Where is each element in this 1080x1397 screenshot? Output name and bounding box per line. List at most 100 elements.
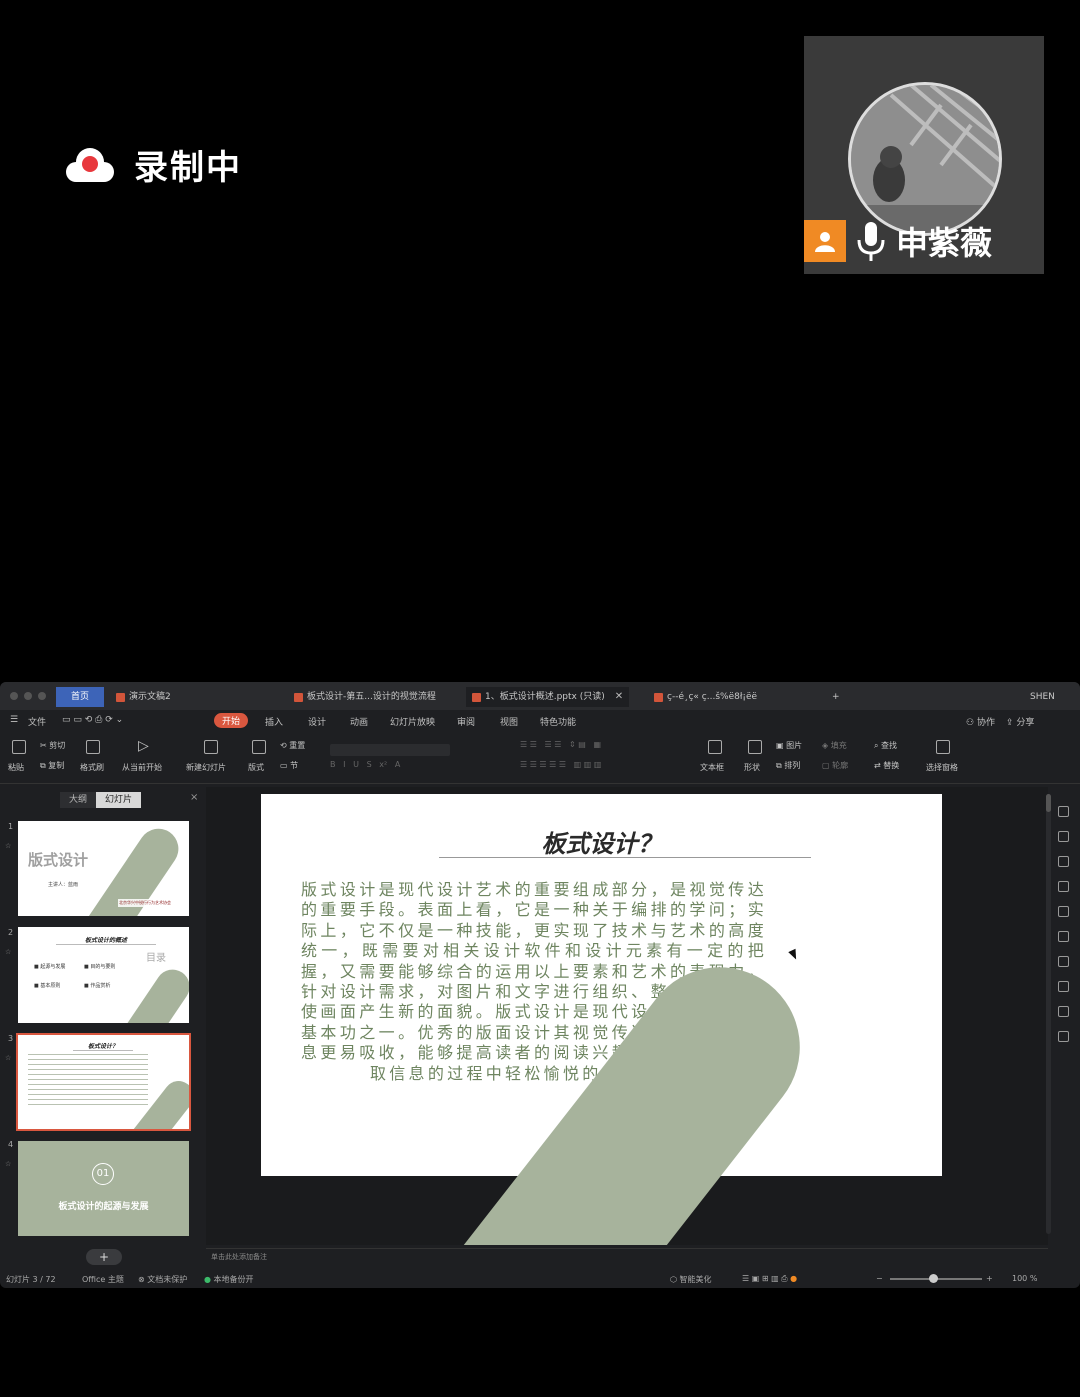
participant-tile[interactable]: 申紫薇 [804, 36, 1044, 274]
tool-icon[interactable] [1058, 956, 1069, 967]
slide-number: 2 [8, 928, 14, 937]
add-slide-button[interactable]: + [86, 1249, 122, 1265]
zoom-out-button[interactable]: − [876, 1274, 883, 1283]
slide-number: 3 [8, 1034, 14, 1043]
slide-title[interactable]: 板式设计？ [261, 824, 942, 859]
slide-thumb-2[interactable]: 板式设计的概述 目录 ■ 起源与发展 ■ 目的与要则 ■ 基本原则 ■ 作品赏析 [18, 927, 189, 1023]
thumb-toc: 目录 [146, 953, 166, 964]
align-tools[interactable]: ☰ ☰ ☰ ☰ ☰ ▥ ▥ ▥ [520, 760, 601, 769]
select-pane-icon[interactable] [936, 740, 950, 754]
thumb-title: 板式设计的概述 [56, 935, 156, 945]
tab-layout-design-5[interactable]: 板式设计-第五...设计的视觉流程 [288, 687, 442, 707]
beautify-button[interactable]: ⬡ 智能美化 [670, 1274, 712, 1285]
play-icon[interactable]: ▷ [138, 738, 149, 754]
menu-special[interactable]: 特色功能 [540, 715, 576, 728]
window-controls[interactable] [10, 692, 46, 700]
tool-icon[interactable] [1058, 906, 1069, 917]
microphone-icon [857, 222, 885, 261]
paste-button[interactable]: 粘贴 [8, 762, 24, 773]
shape-icon[interactable] [748, 740, 762, 754]
format-painter-button[interactable]: 格式刷 [80, 762, 104, 773]
tool-icon[interactable] [1058, 1031, 1069, 1042]
font-style-buttons[interactable]: B I U S x² A [330, 760, 400, 769]
tab-home[interactable]: 首页 [56, 687, 104, 707]
arrange-button[interactable]: ⧉ 排列 [776, 760, 800, 771]
menu-animation[interactable]: 动画 [350, 715, 368, 728]
slide-thumb-4[interactable]: 01 板式设计的起源与发展 [18, 1141, 189, 1236]
new-slide-button[interactable]: 新建幻灯片 [186, 762, 226, 773]
layout-button[interactable]: 版式 [248, 762, 264, 773]
close-icon[interactable]: ✕ [615, 687, 623, 707]
format-painter-icon[interactable] [86, 740, 100, 754]
notes-area[interactable]: 单击此处添加备注 [206, 1248, 1048, 1262]
recording-label: 录制中 [134, 148, 242, 188]
outline-button[interactable]: ▢ 轮廓 [822, 760, 848, 771]
zoom-handle[interactable] [929, 1274, 938, 1283]
tab-slides[interactable]: 幻灯片 [96, 792, 142, 808]
menu-design[interactable]: 设计 [308, 715, 326, 728]
slide-thumb-1[interactable]: 版式设计 主讲人：蓝雨 北京华兴中锐行行为艺术协会 [18, 821, 189, 916]
find-button[interactable]: ⌕ 查找 [874, 740, 897, 751]
quick-tools-icon[interactable]: ▭ ▭ ⟲ ⎙ ⟳ ⌄ [62, 715, 123, 725]
menu-bar: ☰ 文件 ▭ ▭ ⟲ ⎙ ⟳ ⌄ 开始 插入 设计 动画 幻灯片放映 审阅 视图… [0, 710, 1080, 732]
status-bar: 幻灯片 3 / 72 Office 主题 ⊗ 文档未保护 ● 本地备份开 ⬡ 智… [0, 1270, 1080, 1288]
tool-icon[interactable] [1058, 881, 1069, 892]
menu-icon[interactable]: ☰ [10, 715, 18, 725]
vertical-scrollbar[interactable] [1046, 794, 1051, 1234]
user-badge[interactable]: SHEN [1024, 687, 1061, 707]
tab-layout-overview[interactable]: 1、板式设计概述.pptx (只读) ✕ [466, 687, 630, 707]
file-icon [472, 692, 481, 702]
paragraph-tools[interactable]: ☰ ☰ ☰ ☰ ⇕ ▤ ▦ [520, 740, 601, 749]
person-icon [804, 220, 846, 262]
protect-status[interactable]: ⊗ 文档未保护 [138, 1274, 187, 1285]
share-button[interactable]: ⇪ 分享 [1006, 715, 1034, 728]
tool-icon[interactable] [1058, 981, 1069, 992]
textbox-button[interactable]: 文本框 [700, 762, 724, 773]
layout-icon[interactable] [252, 740, 266, 754]
tool-icon[interactable] [1058, 1006, 1069, 1017]
menu-review[interactable]: 审阅 [457, 715, 475, 728]
view-mode-icons[interactable]: ☰ ▣ ⊞ ▥ ⎙ ● [742, 1274, 797, 1284]
thumb-item: ■ 目的与要则 [84, 964, 116, 970]
textbox-icon[interactable] [708, 740, 722, 754]
paste-icon[interactable] [12, 740, 26, 754]
tool-icon[interactable] [1058, 931, 1069, 942]
replace-button[interactable]: ⇄ 替换 [874, 760, 899, 771]
tool-icon[interactable] [1058, 831, 1069, 842]
menu-file[interactable]: 文件 [28, 715, 46, 728]
tab-outline[interactable]: 大纲 [60, 792, 97, 808]
copy-button[interactable]: ⧉ 复制 [40, 760, 64, 771]
thumb-item: ■ 基本原则 [34, 983, 61, 989]
menu-view[interactable]: 视图 [500, 715, 518, 728]
slide-canvas[interactable]: 板式设计？ 版式设计是现代设计艺术的重要组成部分，是视觉传达的重要手段。表面上看… [206, 787, 1048, 1245]
font-name-select[interactable] [330, 744, 450, 756]
fill-button[interactable]: ◈ 填充 [822, 740, 847, 751]
panel-tabs: 大纲 幻灯片 [60, 792, 142, 808]
avatar [848, 82, 1002, 236]
shape-button[interactable]: 形状 [744, 762, 760, 773]
menu-home[interactable]: 开始 [214, 713, 249, 728]
select-pane-button[interactable]: 选择窗格 [926, 762, 958, 773]
backup-status[interactable]: ● 本地备份开 [204, 1274, 254, 1285]
tool-icon[interactable] [1058, 806, 1069, 817]
zoom-in-button[interactable]: + [986, 1274, 993, 1283]
tab-other-file[interactable]: ç--é¸ç« ç...š%ë8ł¡ëë [648, 687, 763, 707]
menu-insert[interactable]: 插入 [265, 715, 283, 728]
new-tab-button[interactable]: + [826, 687, 846, 707]
tool-icon[interactable] [1058, 856, 1069, 867]
play-from-current-button[interactable]: 从当前开始 [122, 762, 162, 773]
slide-thumb-3[interactable]: 板式设计？ [16, 1033, 191, 1131]
new-slide-icon[interactable] [204, 740, 218, 754]
slide-number: 4 [8, 1140, 14, 1149]
picture-button[interactable]: ▣ 图片 [776, 740, 802, 751]
cut-button[interactable]: ✂ 剪切 [40, 740, 65, 751]
section-button[interactable]: ▭ 节 [280, 760, 298, 771]
reset-button[interactable]: ⟲ 重置 [280, 740, 305, 751]
tab-presentation-2[interactable]: 演示文稿2 [110, 687, 177, 707]
recording-indicator: 录制中 [66, 140, 242, 189]
zoom-level: 100 % [1012, 1274, 1038, 1283]
thumb-body-lines [28, 1054, 148, 1109]
menu-slideshow[interactable]: 幻灯片放映 [390, 715, 435, 728]
close-panel-icon[interactable]: × [190, 792, 198, 803]
collab-button[interactable]: ⚇ 协作 [966, 715, 995, 728]
